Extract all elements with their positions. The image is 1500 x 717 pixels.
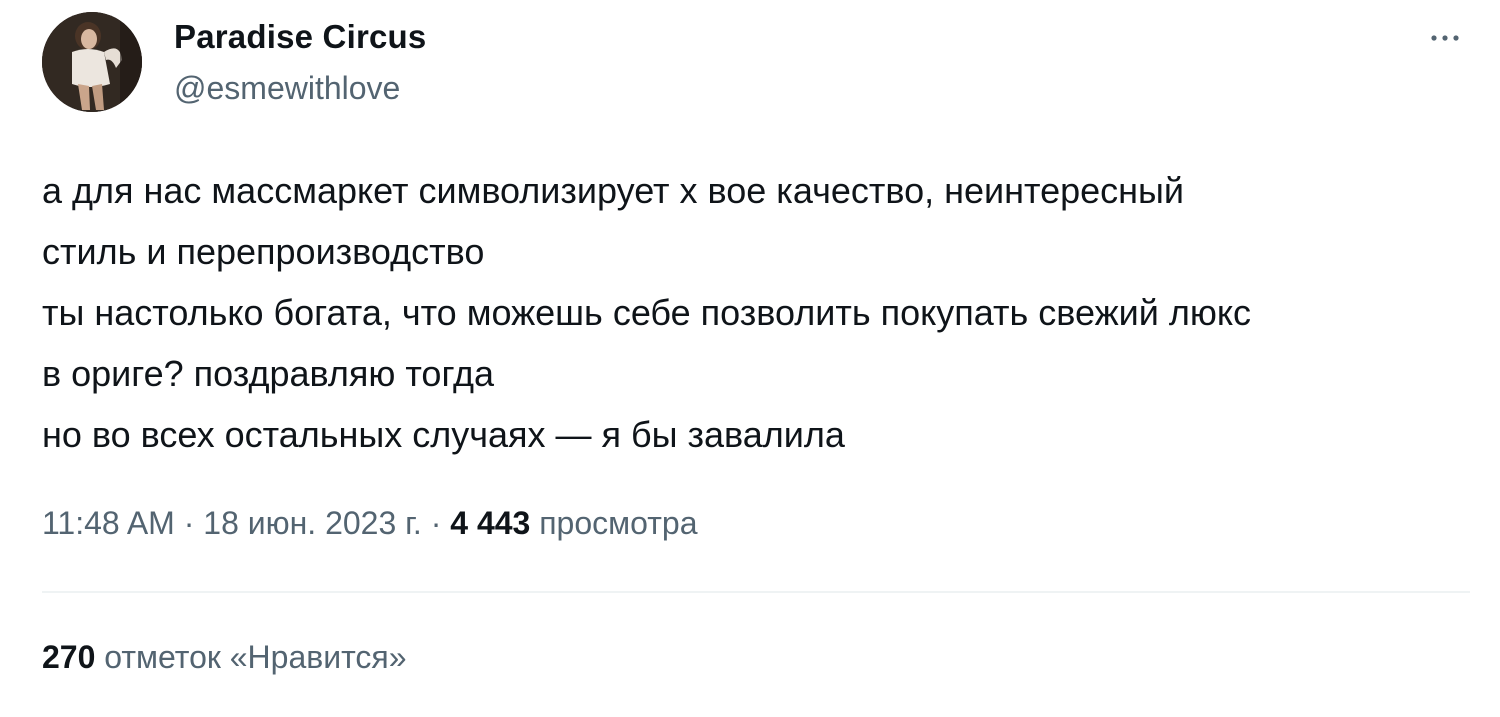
more-horizontal-icon[interactable] xyxy=(1420,18,1470,58)
likes-label: отметок «Нравится» xyxy=(104,639,407,675)
likes-count: 270 xyxy=(42,639,96,675)
tweet-text-line: стиль и перепроизводство xyxy=(42,231,485,272)
tweet-text-line: а для нас массмаркет символизирует х вое… xyxy=(42,170,1184,211)
tweet-card: Paradise Circus @esmewithlove а для нас … xyxy=(0,0,1500,717)
user-handle[interactable]: @esmewithlove xyxy=(174,70,400,107)
tweet-text-line: но во всех остальных случаях — я бы зава… xyxy=(42,414,845,455)
tweet-meta: 11:48 AM · 18 июн. 2023 г. · 4 443 просм… xyxy=(42,505,697,542)
avatar[interactable] xyxy=(42,12,142,112)
tweet-text-line: в ориге? поздравляю тогда xyxy=(42,353,494,394)
divider xyxy=(42,591,1470,593)
meta-separator: · xyxy=(183,505,195,541)
tweet-time[interactable]: 11:48 AM xyxy=(42,505,175,541)
meta-separator: · xyxy=(430,505,442,541)
tweet-text: а для нас массмаркет символизирует х вое… xyxy=(42,160,1482,465)
avatar-photo-icon xyxy=(42,12,142,112)
views-label[interactable]: просмотра xyxy=(539,505,697,541)
display-name[interactable]: Paradise Circus xyxy=(174,18,426,56)
likes-link[interactable]: 270 отметок «Нравится» xyxy=(42,639,407,676)
tweet-text-line: ты настолько богата, что можешь себе поз… xyxy=(42,292,1252,333)
tweet-date[interactable]: 18 июн. 2023 г. xyxy=(203,505,422,541)
views-count[interactable]: 4 443 xyxy=(450,505,530,541)
